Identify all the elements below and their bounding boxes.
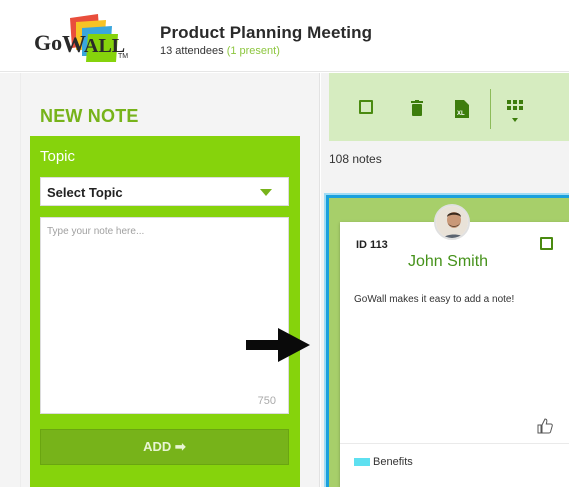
panel-border bbox=[20, 73, 21, 487]
note-card[interactable]: ID 113 John Smith GoWall makes it easy t… bbox=[340, 222, 569, 487]
new-note-title: NEW NOTE bbox=[40, 106, 139, 126]
chevron-down-icon bbox=[260, 189, 272, 196]
topic-label: Topic bbox=[40, 148, 76, 165]
note-body: GoWall makes it easy to add a note! bbox=[354, 294, 515, 305]
grid-view-icon[interactable] bbox=[507, 100, 523, 124]
note-placeholder: Type your note here... bbox=[47, 226, 145, 237]
attendees-count: 13 attendees bbox=[160, 45, 224, 57]
excel-export-icon[interactable]: XL bbox=[455, 100, 469, 118]
thumbs-up-icon[interactable] bbox=[537, 418, 553, 434]
note-textarea[interactable]: Type your note here... 750 bbox=[40, 217, 289, 414]
notes-count: 108 notes bbox=[329, 152, 382, 166]
svg-text:W: W bbox=[62, 32, 86, 58]
notes-toolbar: XL bbox=[329, 73, 569, 141]
add-note-button[interactable]: ADD ➡ bbox=[40, 429, 289, 465]
trash-icon[interactable] bbox=[411, 100, 423, 116]
gowall-logo[interactable]: Go W ALL TM bbox=[20, 8, 136, 64]
note-tag: Benefits bbox=[373, 456, 413, 468]
topic-select[interactable]: Select Topic bbox=[40, 177, 289, 206]
svg-text:Go: Go bbox=[34, 30, 62, 55]
svg-text:XL: XL bbox=[457, 111, 465, 117]
note-author: John Smith bbox=[408, 253, 489, 270]
topic-select-value: Select Topic bbox=[47, 185, 123, 200]
toolbar-separator bbox=[490, 89, 491, 129]
header: Go W ALL TM Product Planning Meeting 13 … bbox=[0, 0, 569, 72]
avatar bbox=[434, 204, 470, 240]
card-divider bbox=[340, 443, 569, 444]
tag-color-swatch bbox=[354, 458, 370, 466]
char-count: 750 bbox=[257, 395, 276, 407]
note-checkbox[interactable] bbox=[540, 237, 553, 250]
new-note-panel: NEW NOTE Topic Select Topic Type your no… bbox=[0, 73, 320, 487]
attendees-info: 13 attendees (1 present) bbox=[160, 45, 280, 57]
meeting-title: Product Planning Meeting bbox=[160, 23, 373, 42]
note-id: ID 113 bbox=[356, 239, 388, 251]
arrow-right-icon bbox=[246, 328, 310, 362]
select-all-checkbox-icon[interactable] bbox=[359, 100, 373, 114]
svg-text:TM: TM bbox=[118, 53, 128, 60]
present-count: (1 present) bbox=[226, 45, 280, 57]
note-form: Topic Select Topic Type your note here..… bbox=[30, 136, 300, 487]
